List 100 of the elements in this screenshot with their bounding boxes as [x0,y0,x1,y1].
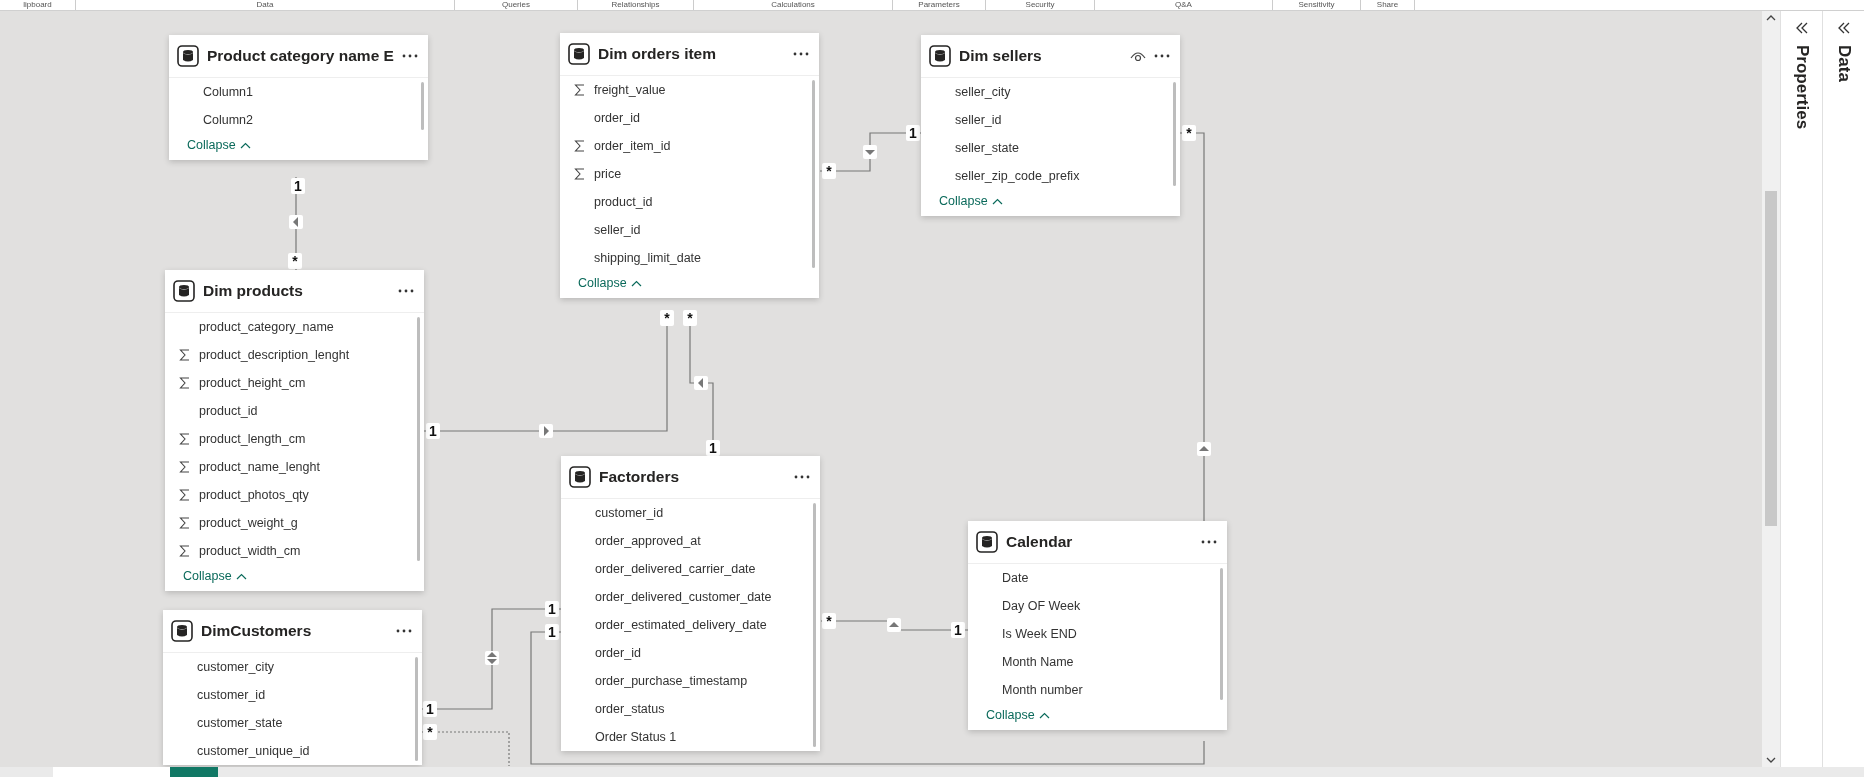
panel-title[interactable]: Data [1833,45,1854,82]
table-card[interactable]: Dim products product_category_name product_description_lenght product_height_cm product_id product_length_cm product_name_lenght product_photos_qty product_weight_g product_width_cm Collapse [165,270,424,591]
column-name[interactable]: customer_city [197,660,275,674]
direction-icon[interactable] [1197,442,1211,456]
more-icon[interactable] [402,54,418,58]
scrollbar[interactable] [421,82,424,130]
column-name[interactable]: product_photos_qty [199,488,309,502]
column-name[interactable]: Month Name [1002,655,1074,669]
column-name[interactable]: Month number [1002,683,1083,697]
direction-icon[interactable] [887,618,901,632]
more-icon[interactable] [1201,540,1217,544]
column-name[interactable]: order_id [595,646,641,660]
direction-icon[interactable] [539,424,553,438]
column-name[interactable]: Is Week END [1002,627,1077,641]
column-name[interactable]: Order Status 1 [595,730,677,744]
column-name[interactable]: product_id [199,404,258,418]
table-card[interactable]: DimCustomers customer_city customer_id customer_state customer_unique_id [163,610,422,765]
column-name[interactable]: seller_city [955,85,1011,99]
column-name[interactable]: order_approved_at [595,534,701,548]
cardinality-label: * [660,310,674,326]
relationship-connector[interactable]: * [421,724,510,767]
column-name[interactable]: price [594,167,622,181]
sum-icon [179,517,191,529]
cardinality-label: * [822,613,836,629]
column-name[interactable]: seller_state [955,141,1019,155]
scrollbar[interactable] [813,503,816,747]
chevron-up-icon[interactable] [1766,15,1776,21]
column-name[interactable]: shipping_limit_date [594,251,701,265]
table-card[interactable]: Dim orders item freight_value order_id order_item_id price product_id seller_id shipping_limit_date Collapse [560,33,819,298]
scrollbar[interactable] [1173,82,1176,186]
column-name[interactable]: customer_id [197,688,266,702]
column-name[interactable]: product_id [594,195,653,209]
table-card[interactable]: Factorders customer_id order_approved_at order_delivered_carrier_date order_delivered_customer_date order_estimated_delivery_date order_id order_purchase_timestamp order_status Order Status 1 [561,456,820,751]
column-name[interactable]: customer_id [595,506,664,520]
column-name[interactable]: order_status [595,702,665,716]
column-name[interactable]: product_category_name [199,320,334,334]
cardinality-label: * [822,163,836,179]
expand-icon[interactable] [1836,21,1851,35]
column-name[interactable]: Column1 [203,85,254,99]
sum-icon [574,168,586,180]
column-name[interactable]: seller_id [955,113,1002,127]
collapse-link[interactable]: Collapse [187,138,251,152]
column-name[interactable]: freight_value [594,83,666,97]
sum-icon [179,377,191,389]
more-icon[interactable] [1154,54,1170,58]
scrollbar[interactable] [812,80,815,268]
sum-icon [574,84,586,96]
column-name[interactable]: order_delivered_customer_date [595,590,772,604]
column-name[interactable]: seller_zip_code_prefix [955,169,1080,183]
collapse-link[interactable]: Collapse [939,194,1003,208]
column-name[interactable]: order_item_id [594,139,671,153]
column-name[interactable]: Date [1002,571,1029,585]
ribbon-group-label: Parameters [918,0,960,9]
column-name[interactable]: Column2 [203,113,254,127]
column-name[interactable]: product_weight_g [199,516,298,530]
cardinality-label: 1 [423,701,437,717]
direction-icon[interactable] [863,145,877,159]
table-card[interactable]: Dim sellers seller_city seller_id seller_state seller_zip_code_prefix Collapse [921,35,1180,216]
direction-icon[interactable] [485,651,499,665]
relationship-connector[interactable]: 1 * [288,176,305,271]
column-name[interactable]: customer_unique_id [197,744,310,758]
direction-icon[interactable] [694,376,708,390]
table-title: Factorders [599,468,681,486]
cardinality-label: * [683,310,697,326]
table-title: Dim products [203,282,304,300]
column-name[interactable]: seller_id [594,223,641,237]
scrollbar[interactable] [417,317,420,561]
collapse-link[interactable]: Collapse [986,708,1050,722]
more-icon[interactable] [398,289,414,293]
direction-icon[interactable] [289,215,303,229]
relationship-connector[interactable]: * 1 [683,310,720,457]
relationship-connector[interactable]: 1 * [423,310,674,439]
relationship-connector[interactable]: * 1 [820,613,969,638]
scrollbar[interactable] [415,657,418,761]
column-name[interactable]: product_height_cm [199,376,306,390]
chevron-down-icon[interactable] [1766,757,1776,763]
table-card[interactable]: Product category name E Column1 Column2 Collapse [169,35,428,160]
panel-title[interactable]: Properties [1791,45,1812,130]
column-name[interactable]: order_purchase_timestamp [595,674,748,688]
column-name[interactable]: customer_state [197,716,283,730]
chevron-up-icon [235,572,247,580]
more-icon[interactable] [794,475,810,479]
collapse-link[interactable]: Collapse [183,569,247,583]
expand-icon[interactable] [1794,21,1809,35]
scrollbar-thumb[interactable] [1765,191,1777,526]
eye-icon[interactable] [1130,50,1146,62]
collapse-link[interactable]: Collapse [578,276,642,290]
column-name[interactable]: order_delivered_carrier_date [595,562,756,576]
column-name[interactable]: order_id [594,111,640,125]
more-icon[interactable] [396,629,412,633]
table-card[interactable]: Calendar Date Day OF Week Is Week END Month Name Month number Collapse [968,521,1227,730]
chevron-up-icon [239,141,251,149]
more-icon[interactable] [793,52,809,56]
column-name[interactable]: product_name_lenght [199,460,320,474]
column-name[interactable]: product_length_cm [199,432,306,446]
scrollbar[interactable] [1220,568,1223,700]
column-name[interactable]: product_description_lenght [199,348,350,362]
relationship-connector[interactable]: * [1179,125,1211,522]
column-name[interactable]: Day OF Week [1002,599,1081,613]
column-name[interactable]: product_width_cm [199,544,301,558]
